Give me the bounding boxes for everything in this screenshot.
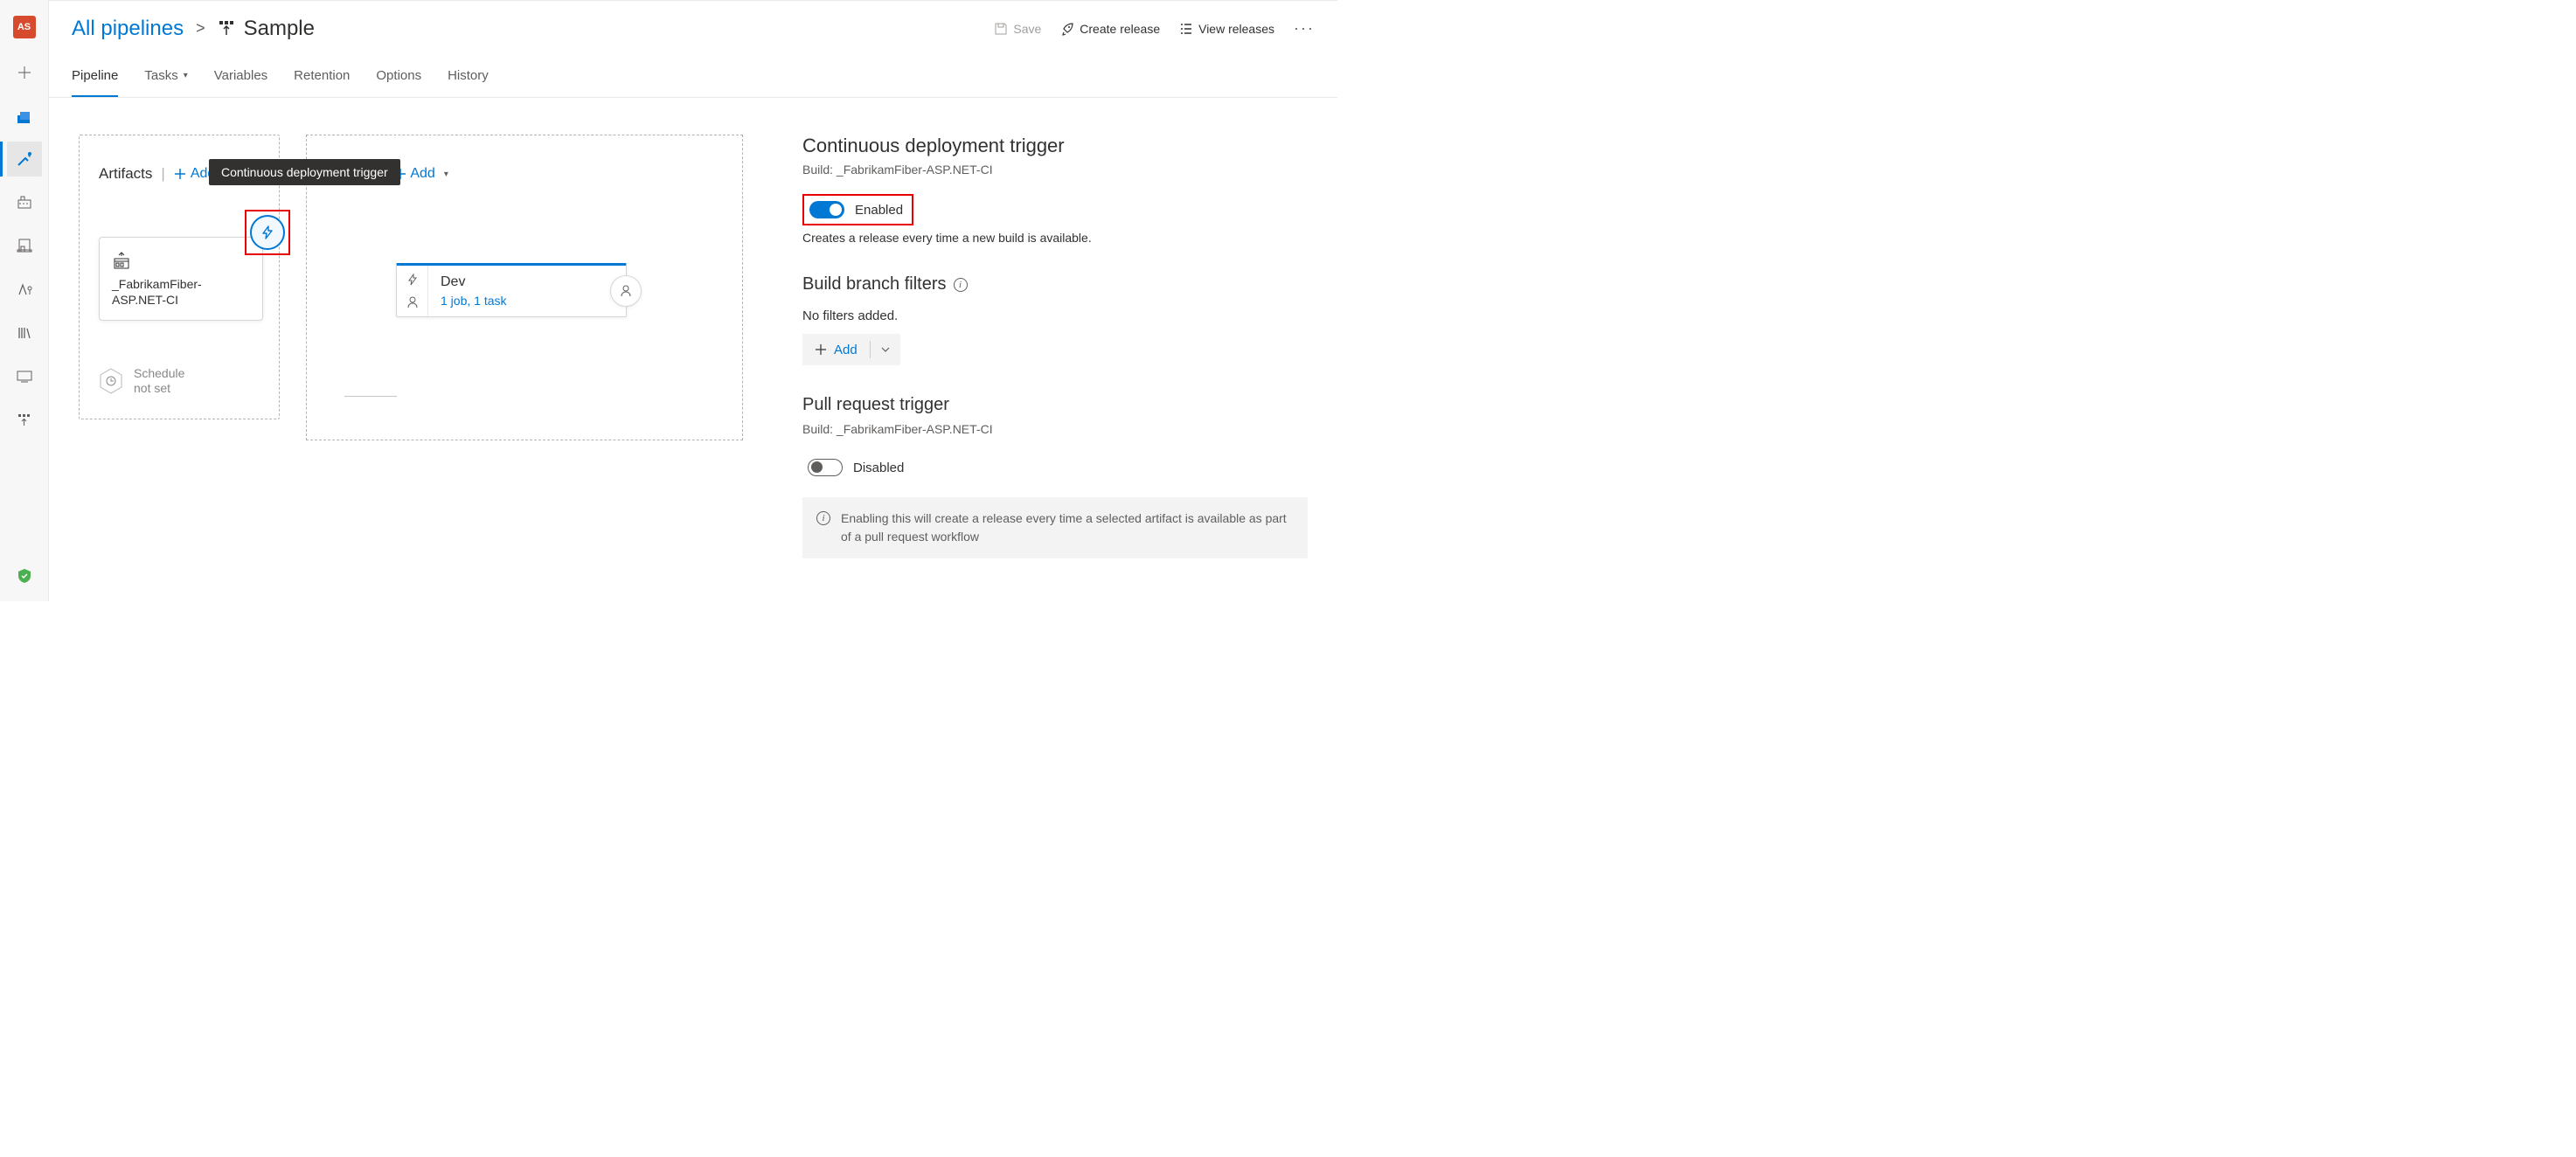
add-filter-button[interactable]: Add xyxy=(802,334,900,365)
right-panel: Continuous deployment trigger Build: _Fa… xyxy=(773,98,1337,601)
breadcrumb: All pipelines > Sample xyxy=(72,17,315,41)
list-icon xyxy=(1179,22,1193,36)
pipelines-icon[interactable] xyxy=(7,142,42,177)
plus-icon xyxy=(174,168,187,181)
page-header: All pipelines > Sample Save Create rel xyxy=(49,0,1337,56)
artifacts-icon[interactable] xyxy=(15,280,34,299)
view-releases-button[interactable]: View releases xyxy=(1179,22,1274,36)
chevron-down-icon: ▾ xyxy=(444,170,448,179)
security-icon[interactable] xyxy=(15,566,34,585)
tab-options[interactable]: Options xyxy=(376,56,421,97)
pipeline-name: Sample xyxy=(244,17,315,41)
schedule-button[interactable]: Schedule not set xyxy=(99,366,261,396)
more-actions-button[interactable]: ··· xyxy=(1294,19,1315,38)
add-label: Add xyxy=(834,343,858,357)
info-icon[interactable]: i xyxy=(954,278,968,292)
pr-toggle-label: Disabled xyxy=(853,461,904,475)
artifacts-header-label: Artifacts xyxy=(99,165,152,183)
header-actions: Save Create release View releases ··· xyxy=(994,19,1315,38)
cd-toggle-label: Enabled xyxy=(855,203,903,218)
tab-variables[interactable]: Variables xyxy=(214,56,267,97)
clock-icon xyxy=(99,367,123,395)
save-icon xyxy=(994,22,1008,36)
tab-history[interactable]: History xyxy=(448,56,489,97)
main-column: All pipelines > Sample Save Create rel xyxy=(49,0,1337,601)
cd-toggle-highlight: Enabled xyxy=(802,194,913,225)
stage-name: Dev xyxy=(441,274,614,290)
branch-filters-title: Build branch filters xyxy=(802,274,947,294)
divider: | xyxy=(381,165,385,183)
person-icon xyxy=(620,285,632,297)
breadcrumb-current: Sample xyxy=(218,17,315,41)
books-icon[interactable] xyxy=(15,323,34,343)
chevron-down-icon: ▾ xyxy=(184,71,188,80)
upload-icon[interactable] xyxy=(15,411,34,430)
connector-line xyxy=(344,396,397,397)
content-row: Continuous deployment trigger Artifacts … xyxy=(49,98,1337,601)
cd-trigger-title: Continuous deployment trigger xyxy=(802,135,1308,157)
rocket-icon xyxy=(1060,22,1074,36)
cd-trigger-button[interactable] xyxy=(250,215,285,250)
view-releases-label: View releases xyxy=(1198,22,1274,36)
plus-icon xyxy=(815,343,827,356)
cd-build-label: Build: _FabrikamFiber-ASP.NET-CI xyxy=(802,163,1308,177)
overview-icon[interactable] xyxy=(15,107,34,126)
tab-pipeline[interactable]: Pipeline xyxy=(72,56,118,97)
stages-header-label: Stages xyxy=(326,165,372,183)
pipeline-canvas: Continuous deployment trigger Artifacts … xyxy=(49,98,773,601)
pr-build-label: Build: _FabrikamFiber-ASP.NET-CI xyxy=(802,422,1308,436)
pr-trigger-title: Pull request trigger xyxy=(802,395,1308,415)
pr-info-box: i Enabling this will create a release ev… xyxy=(802,497,1308,558)
tabs-row: Pipeline Tasks▾ Variables Retention Opti… xyxy=(49,56,1337,98)
stage-jobs-link[interactable]: 1 job, 1 task xyxy=(441,294,614,308)
project-avatar[interactable]: AS xyxy=(13,16,36,38)
add-stage-button[interactable]: Add ▾ xyxy=(393,166,448,182)
add-icon[interactable] xyxy=(15,63,34,82)
lightning-icon xyxy=(406,274,419,286)
cd-toggle[interactable] xyxy=(809,201,844,218)
schedule-text-2: not set xyxy=(134,381,184,396)
cd-note: Creates a release every time a new build… xyxy=(802,231,1308,245)
save-button[interactable]: Save xyxy=(994,22,1041,36)
stages-box: Stages | Add ▾ xyxy=(306,135,743,440)
plus-icon xyxy=(393,168,406,181)
create-release-button[interactable]: Create release xyxy=(1060,22,1160,36)
breadcrumb-separator: > xyxy=(196,19,205,38)
stage-predeploy-conditions[interactable] xyxy=(397,266,428,316)
stage-card[interactable]: Dev 1 job, 1 task xyxy=(396,263,627,317)
manage-icon[interactable] xyxy=(15,367,34,386)
divider: | xyxy=(161,165,164,183)
tab-retention[interactable]: Retention xyxy=(294,56,350,97)
schedule-text-1: Schedule xyxy=(134,366,184,381)
stage-postdeploy-conditions[interactable] xyxy=(610,275,642,307)
add-label: Add xyxy=(191,166,215,182)
pr-toggle[interactable] xyxy=(808,459,843,476)
artifact-source-name: _FabrikamFiber-ASP.NET-CI xyxy=(112,276,250,308)
pipeline-icon xyxy=(218,20,235,38)
left-rail: AS xyxy=(0,0,49,601)
add-label: Add xyxy=(410,166,434,182)
pr-info-text: Enabling this will create a release ever… xyxy=(841,509,1294,546)
repos-icon[interactable] xyxy=(15,192,34,211)
source-type-icon xyxy=(112,252,250,271)
add-artifact-button[interactable]: Add xyxy=(174,166,215,182)
breadcrumb-root-link[interactable]: All pipelines xyxy=(72,17,184,41)
no-filters-label: No filters added. xyxy=(802,308,1308,323)
test-plans-icon[interactable] xyxy=(15,236,34,255)
create-release-label: Create release xyxy=(1080,22,1160,36)
person-icon xyxy=(406,296,419,308)
save-label: Save xyxy=(1013,22,1041,36)
artifacts-box: Continuous deployment trigger Artifacts … xyxy=(79,135,280,419)
pr-toggle-wrap: Disabled xyxy=(802,454,913,482)
chevron-down-icon[interactable] xyxy=(871,334,900,365)
tab-tasks[interactable]: Tasks▾ xyxy=(144,56,187,97)
info-icon: i xyxy=(816,511,830,525)
artifact-card[interactable]: _FabrikamFiber-ASP.NET-CI xyxy=(99,237,263,321)
